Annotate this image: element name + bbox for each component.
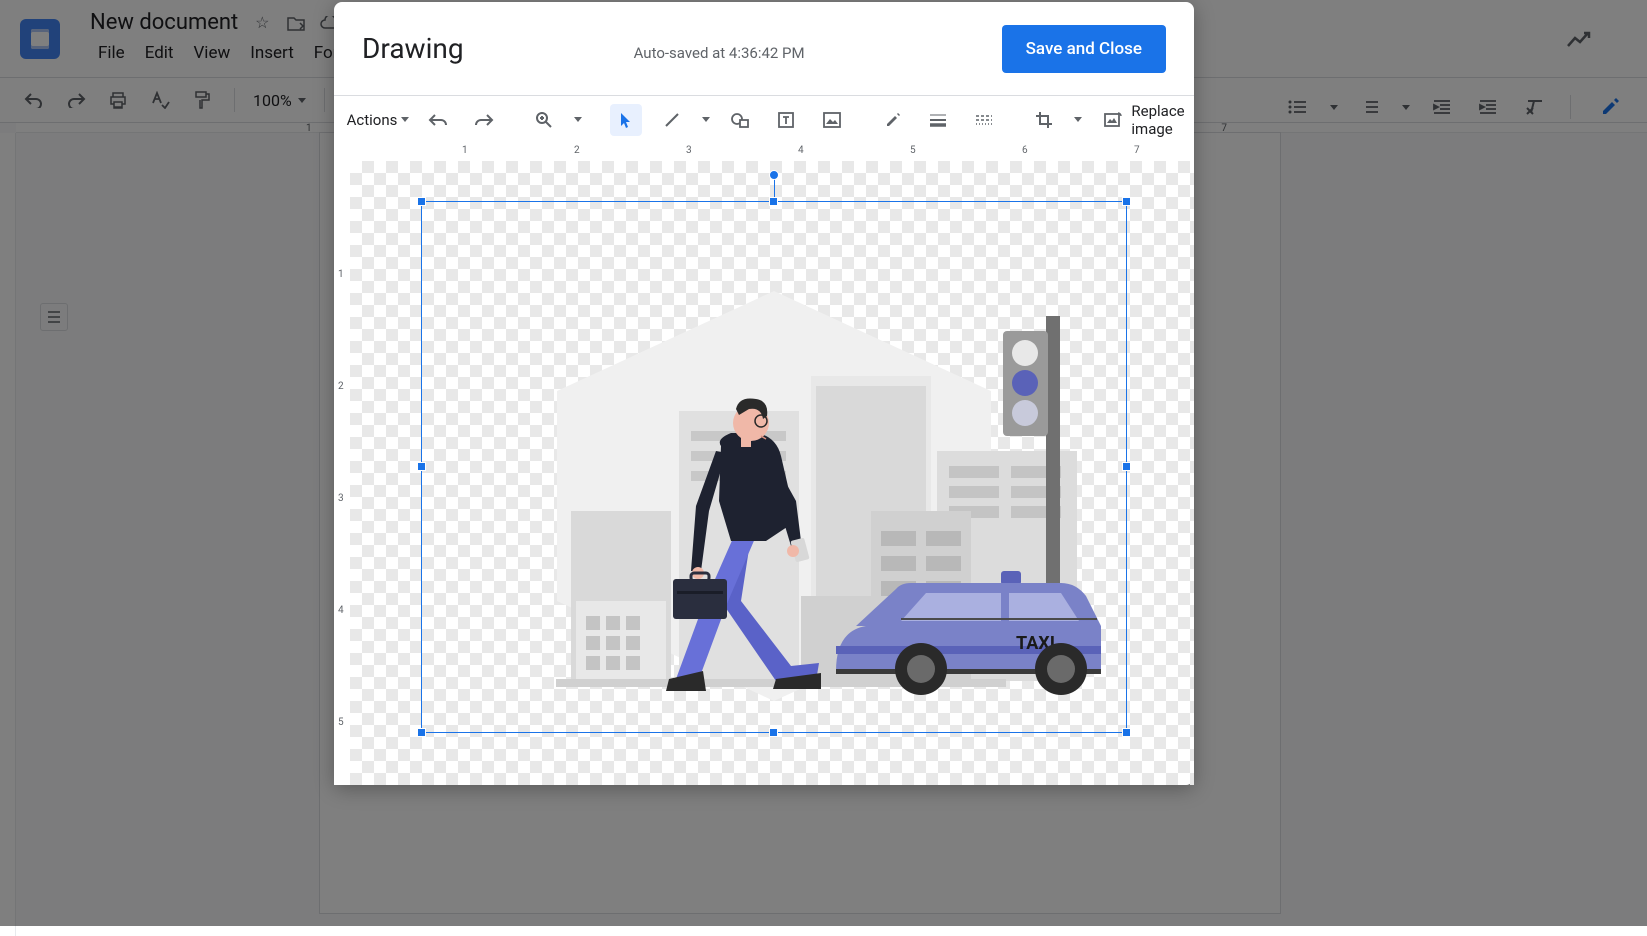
save-and-close-button[interactable]: Save and Close [1002,25,1166,73]
resize-handle-t[interactable] [769,197,778,206]
resize-handle-tr[interactable] [1122,197,1131,206]
border-dash-icon[interactable] [968,104,1000,136]
dialog-title: Drawing [362,32,464,65]
reset-image-icon[interactable] [1096,104,1128,136]
textbox-tool-icon[interactable] [770,104,802,136]
redo-icon[interactable] [468,104,500,136]
border-weight-icon[interactable] [922,104,954,136]
resize-handle-br[interactable] [1122,728,1131,737]
resize-handle-r[interactable] [1122,462,1131,471]
selection-box[interactable] [421,201,1127,733]
chevron-down-icon[interactable] [702,117,710,122]
resize-handle-l[interactable] [417,462,426,471]
chevron-down-icon[interactable] [574,117,582,122]
crop-icon[interactable] [1028,104,1060,136]
zoom-icon[interactable] [528,104,560,136]
undo-icon[interactable] [422,104,454,136]
dialog-header: Drawing Auto-saved at 4:36:42 PM Save an… [334,2,1194,95]
drawing-canvas-area: 1 2 3 4 5 6 7 1 2 3 4 5 [334,143,1194,785]
resize-handle-b[interactable] [769,728,778,737]
drawing-canvas[interactable]: TAXI [350,161,1194,785]
chevron-down-icon[interactable] [1074,117,1082,122]
image-tool-icon[interactable] [816,104,848,136]
actions-menu[interactable]: Actions [362,104,394,136]
resize-handle-tl[interactable] [417,197,426,206]
replace-image-button[interactable]: Replace image [1142,104,1174,136]
border-color-icon[interactable] [876,104,908,136]
select-tool-icon[interactable] [610,104,642,136]
drawing-toolbar: Actions Replace image [334,95,1194,143]
resize-handle-bl[interactable] [417,728,426,737]
line-tool-icon[interactable] [656,104,688,136]
autosave-status: Auto-saved at 4:36:42 PM [634,44,805,62]
canvas-vertical-ruler: 1 2 3 4 5 [334,161,350,785]
rotate-handle[interactable] [769,170,779,180]
canvas-horizontal-ruler: 1 2 3 4 5 6 7 [350,143,1194,161]
shape-tool-icon[interactable] [724,104,756,136]
drawing-dialog: Drawing Auto-saved at 4:36:42 PM Save an… [334,2,1194,785]
